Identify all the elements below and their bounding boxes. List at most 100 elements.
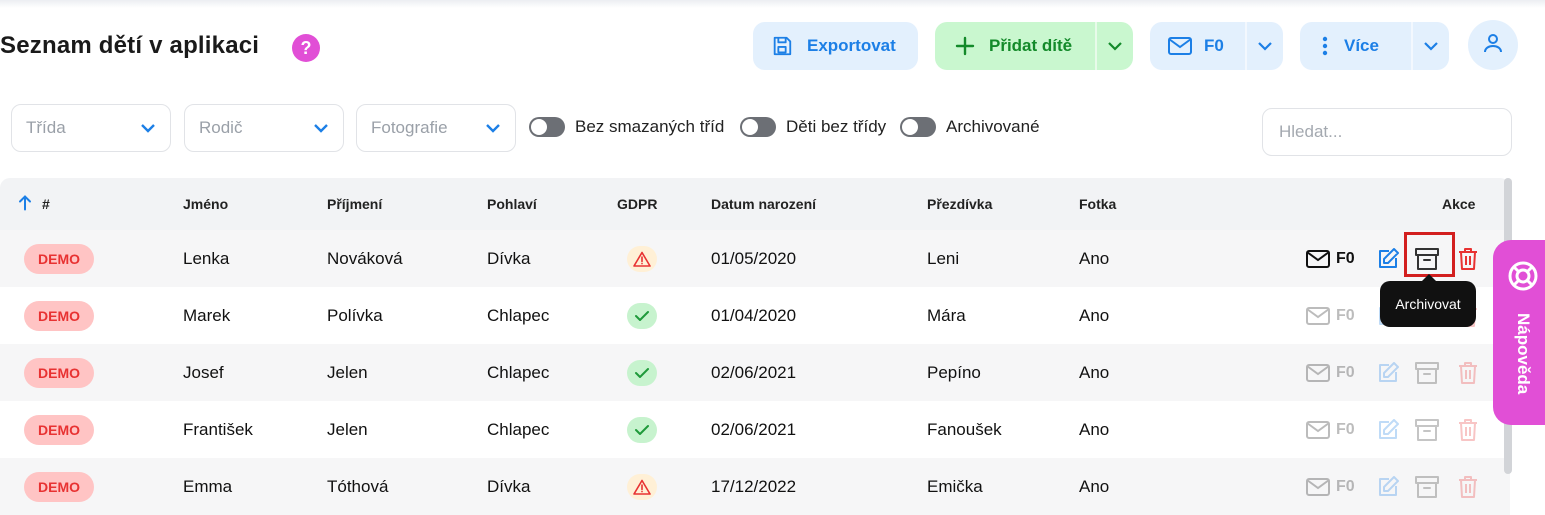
sort-ascending-icon[interactable] bbox=[18, 195, 32, 214]
row-actions: F0 bbox=[1306, 357, 1486, 389]
toggle-without-deleted-classes[interactable]: Bez smazaných tříd bbox=[529, 117, 724, 137]
page-title: Seznam dětí v aplikaci bbox=[0, 32, 260, 59]
photo-select-value: Fotografie bbox=[371, 118, 448, 137]
parent-select[interactable]: Rodič bbox=[184, 104, 344, 152]
add-child-dropdown[interactable] bbox=[1095, 22, 1133, 70]
gender-cell: Dívka bbox=[487, 476, 531, 496]
archive-icon[interactable] bbox=[1414, 414, 1440, 446]
send-mail-button[interactable]: F0 bbox=[1306, 300, 1355, 332]
column-header-photo[interactable]: Fotka bbox=[1079, 196, 1116, 212]
gdpr-warning-icon bbox=[627, 245, 657, 272]
column-header-first-name[interactable]: Jméno bbox=[183, 196, 228, 212]
toggle-switch[interactable] bbox=[529, 117, 565, 137]
add-child-button[interactable]: Přidat dítě bbox=[935, 22, 1095, 70]
column-header-gdpr[interactable]: GDPR bbox=[617, 196, 657, 212]
toggle-children-without-class[interactable]: Děti bez třídy bbox=[740, 117, 886, 137]
nickname-cell: Fanoušek bbox=[927, 419, 1002, 439]
mail-template-label: F0 bbox=[1336, 306, 1355, 324]
toggle-label: Archivované bbox=[946, 117, 1040, 136]
demo-badge: DEMO bbox=[24, 243, 94, 274]
mail-icon bbox=[1306, 477, 1330, 496]
archive-icon[interactable] bbox=[1414, 357, 1440, 389]
mail-label: F0 bbox=[1204, 36, 1224, 55]
send-mail-button[interactable]: F0 bbox=[1306, 357, 1355, 389]
edit-icon[interactable] bbox=[1376, 471, 1400, 503]
column-header-gender[interactable]: Pohlaví bbox=[487, 196, 537, 212]
table-row[interactable]: DEMO František Jelen Chlapec 02/06/2021 Fanou… bbox=[0, 401, 1510, 458]
column-header-nickname[interactable]: Přezdívka bbox=[927, 196, 992, 212]
birth-date-cell: 02/06/2021 bbox=[711, 362, 797, 382]
user-account-button[interactable] bbox=[1468, 20, 1518, 70]
send-mail-button[interactable]: F0 bbox=[1306, 471, 1355, 503]
toggle-label: Děti bez třídy bbox=[786, 117, 887, 136]
archive-highlight-box bbox=[1404, 232, 1455, 277]
table-row[interactable]: DEMO Josef Jelen Chlapec 02/06/2021 Pepíno Ano… bbox=[0, 344, 1510, 401]
more-vertical-icon bbox=[1322, 36, 1328, 56]
birth-date-cell: 01/05/2020 bbox=[711, 248, 797, 268]
export-button[interactable]: Exportovat bbox=[753, 22, 918, 70]
search-input[interactable] bbox=[1262, 108, 1512, 156]
gender-cell: Chlapec bbox=[487, 362, 550, 382]
photo-select[interactable]: Fotografie bbox=[356, 104, 516, 152]
photo-cell: Ano bbox=[1079, 419, 1110, 439]
first-name-cell: Josef bbox=[183, 362, 224, 382]
help-tab[interactable]: Nápověda bbox=[1493, 240, 1545, 425]
column-header-birth-date[interactable]: Datum narození bbox=[711, 196, 816, 212]
toggle-archived[interactable]: Archivované bbox=[900, 117, 1040, 137]
column-header-number[interactable]: # bbox=[42, 196, 50, 212]
gdpr-ok-icon bbox=[627, 416, 657, 443]
toggle-switch[interactable] bbox=[740, 117, 776, 137]
edit-icon[interactable] bbox=[1376, 414, 1400, 446]
send-mail-button[interactable]: F0 bbox=[1306, 414, 1355, 446]
mail-template-label: F0 bbox=[1336, 363, 1355, 381]
table-body: DEMO Lenka Nováková Dívka 01/05/2020 Leni Ano F… bbox=[0, 230, 1510, 515]
trash-icon[interactable] bbox=[1458, 471, 1478, 503]
column-header-last-name[interactable]: Příjmení bbox=[327, 196, 382, 212]
parent-select-value: Rodič bbox=[199, 118, 243, 137]
more-dropdown[interactable] bbox=[1411, 22, 1449, 70]
mail-button[interactable]: F0 bbox=[1150, 22, 1245, 70]
gdpr-ok-icon bbox=[627, 302, 657, 329]
plus-icon bbox=[955, 36, 975, 56]
toggle-switch[interactable] bbox=[900, 117, 936, 137]
photo-cell: Ano bbox=[1079, 362, 1110, 382]
archive-icon[interactable] bbox=[1414, 471, 1440, 503]
demo-badge: DEMO bbox=[24, 471, 94, 502]
table-row[interactable]: DEMO Marek Polívka Chlapec 01/04/2020 Mára Ano… bbox=[0, 287, 1510, 344]
lifebuoy-icon bbox=[1507, 260, 1539, 297]
mail-icon bbox=[1306, 249, 1330, 268]
demo-badge: DEMO bbox=[24, 357, 94, 388]
help-tab-label: Nápověda bbox=[1514, 313, 1533, 395]
edit-icon[interactable] bbox=[1376, 243, 1400, 275]
table-header: # Jméno Příjmení Pohlaví GDPR Datum naro… bbox=[0, 178, 1510, 230]
send-mail-button[interactable]: F0 bbox=[1306, 243, 1355, 275]
photo-cell: Ano bbox=[1079, 476, 1110, 496]
first-name-cell: Marek bbox=[183, 305, 231, 325]
row-actions: F0 bbox=[1306, 414, 1486, 446]
demo-badge: DEMO bbox=[24, 300, 94, 331]
edit-icon[interactable] bbox=[1376, 357, 1400, 389]
help-icon[interactable]: ? bbox=[292, 34, 320, 62]
more-button[interactable]: Více bbox=[1300, 22, 1411, 70]
table-row[interactable]: DEMO Emma Tóthová Dívka 17/12/2022 Emička Ano F… bbox=[0, 458, 1510, 515]
mail-template-label: F0 bbox=[1336, 420, 1355, 438]
chevron-down-icon bbox=[1257, 36, 1273, 56]
mail-dropdown[interactable] bbox=[1245, 22, 1283, 70]
mail-template-label: F0 bbox=[1336, 249, 1355, 267]
last-name-cell: Jelen bbox=[327, 362, 368, 382]
nickname-cell: Mára bbox=[927, 305, 966, 325]
class-select[interactable]: Třída bbox=[11, 104, 171, 152]
demo-badge: DEMO bbox=[24, 414, 94, 445]
trash-icon[interactable] bbox=[1458, 243, 1478, 275]
last-name-cell: Jelen bbox=[327, 419, 368, 439]
birth-date-cell: 01/04/2020 bbox=[711, 305, 797, 325]
table-row[interactable]: DEMO Lenka Nováková Dívka 01/05/2020 Leni Ano F… bbox=[0, 230, 1510, 287]
save-icon bbox=[771, 35, 793, 57]
user-icon bbox=[1481, 31, 1505, 60]
trash-icon[interactable] bbox=[1458, 357, 1478, 389]
export-label: Exportovat bbox=[807, 36, 896, 55]
gdpr-ok-icon bbox=[627, 359, 657, 386]
trash-icon[interactable] bbox=[1458, 414, 1478, 446]
last-name-cell: Nováková bbox=[327, 248, 403, 268]
nickname-cell: Emička bbox=[927, 476, 983, 496]
